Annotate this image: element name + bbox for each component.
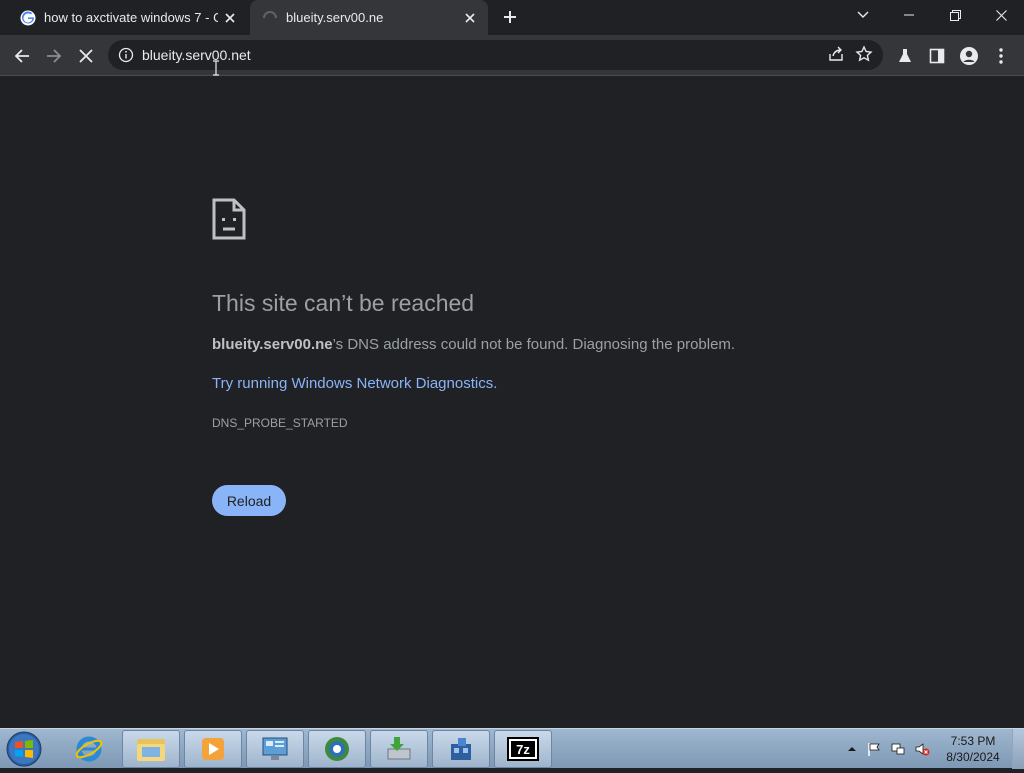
- reload-button[interactable]: Reload: [212, 485, 286, 516]
- close-icon: [995, 9, 1007, 21]
- error-code: DNS_PROBE_STARTED: [212, 416, 348, 430]
- chevron-down-icon: [857, 11, 869, 18]
- taskbar-installer[interactable]: [370, 730, 428, 768]
- media-player-icon: [202, 738, 224, 760]
- taskbar: 7z 7:53 PM 8/30/2024: [0, 728, 1024, 769]
- tab-search-button[interactable]: [840, 0, 886, 30]
- stop-loading-button[interactable]: [71, 41, 101, 71]
- avatar-icon: [960, 47, 978, 65]
- network-drive-icon: [451, 738, 471, 760]
- network-icon[interactable]: [890, 741, 906, 757]
- flask-icon: [899, 49, 911, 62]
- taskbar-media-player[interactable]: [184, 730, 242, 768]
- labs-button[interactable]: [890, 41, 920, 71]
- tab-google-search[interactable]: how to axctivate windows 7 - Go: [8, 0, 248, 35]
- installer-icon: [387, 737, 411, 760]
- google-icon: [20, 10, 36, 25]
- error-title: This site can’t be reached: [212, 290, 475, 316]
- tab-title: how to axctivate windows 7 - Go: [44, 10, 218, 25]
- browser-window: how to axctivate windows 7 - Go blueity.…: [0, 0, 1024, 728]
- side-panel-button[interactable]: [922, 41, 952, 71]
- plus-icon: [504, 11, 516, 23]
- system-clock[interactable]: 7:53 PM 8/30/2024: [933, 733, 1013, 765]
- taskbar-network-drive[interactable]: [432, 730, 490, 768]
- action-center-flag-icon[interactable]: [866, 741, 882, 757]
- profile-button[interactable]: [954, 41, 984, 71]
- taskbar-network-globe[interactable]: [308, 730, 366, 768]
- arrow-left-icon: [14, 49, 29, 63]
- tab-blueity[interactable]: blueity.serv00.ne: [250, 0, 488, 35]
- browser-toolbar: blueity.serv00.net: [0, 35, 1024, 76]
- tab-strip: how to axctivate windows 7 - Go blueity.…: [0, 0, 1024, 35]
- 7zip-icon: 7z: [507, 737, 539, 761]
- share-icon[interactable]: [827, 45, 845, 63]
- side-panel-icon: [929, 48, 945, 64]
- taskbar-windows-explorer[interactable]: [122, 730, 180, 768]
- close-window-button[interactable]: [978, 0, 1024, 30]
- tab-title: blueity.serv00.ne: [286, 10, 384, 25]
- restore-button[interactable]: [932, 0, 978, 30]
- bookmark-star-icon[interactable]: [855, 45, 873, 63]
- sad-page-icon: [212, 198, 246, 240]
- clock-date: 8/30/2024: [946, 750, 1000, 764]
- url-text[interactable]: blueity.serv00.net: [142, 47, 251, 63]
- taskbar-internet-explorer[interactable]: [60, 730, 118, 768]
- error-description: blueity.serv00.ne’s DNS address could no…: [212, 336, 735, 353]
- more-vertical-icon: [999, 48, 1003, 64]
- address-bar[interactable]: blueity.serv00.net: [108, 40, 883, 70]
- globe-icon: [325, 737, 349, 761]
- windows-orb-icon: [6, 731, 42, 767]
- close-tab-icon[interactable]: [458, 6, 482, 30]
- minimize-icon: [904, 14, 914, 16]
- show-desktop-button[interactable]: [1012, 729, 1024, 769]
- internet-explorer-icon: [75, 736, 103, 762]
- forward-button[interactable]: [39, 41, 69, 71]
- clock-time: 7:53 PM: [950, 734, 996, 748]
- chevron-up-icon[interactable]: [844, 741, 860, 757]
- info-icon[interactable]: [118, 47, 134, 63]
- folder-icon: [137, 739, 165, 761]
- close-tab-icon[interactable]: [218, 6, 242, 30]
- new-tab-button[interactable]: [498, 5, 522, 29]
- loading-spinner-icon: [263, 10, 277, 18]
- arrow-right-icon: [47, 49, 62, 63]
- svg-text:7z: 7z: [516, 742, 530, 757]
- back-button[interactable]: [7, 41, 37, 71]
- error-page: This site can’t be reached blueity.serv0…: [0, 77, 1024, 728]
- restore-icon: [949, 9, 961, 21]
- volume-muted-icon[interactable]: [914, 741, 930, 757]
- menu-button[interactable]: [986, 41, 1016, 71]
- taskbar-7zip[interactable]: 7z: [494, 730, 552, 768]
- minimize-button[interactable]: [886, 0, 932, 30]
- start-button[interactable]: [4, 730, 48, 768]
- monitor-settings-icon: [262, 737, 288, 760]
- error-host: blueity.serv00.ne: [212, 336, 333, 353]
- taskbar-control-panel[interactable]: [246, 730, 304, 768]
- close-icon: [79, 49, 93, 63]
- network-diagnostics-link[interactable]: Try running Windows Network Diagnostics.: [212, 375, 497, 392]
- text-cursor-icon: [213, 60, 219, 76]
- error-description-text: ’s DNS address could not be found. Diagn…: [332, 336, 736, 353]
